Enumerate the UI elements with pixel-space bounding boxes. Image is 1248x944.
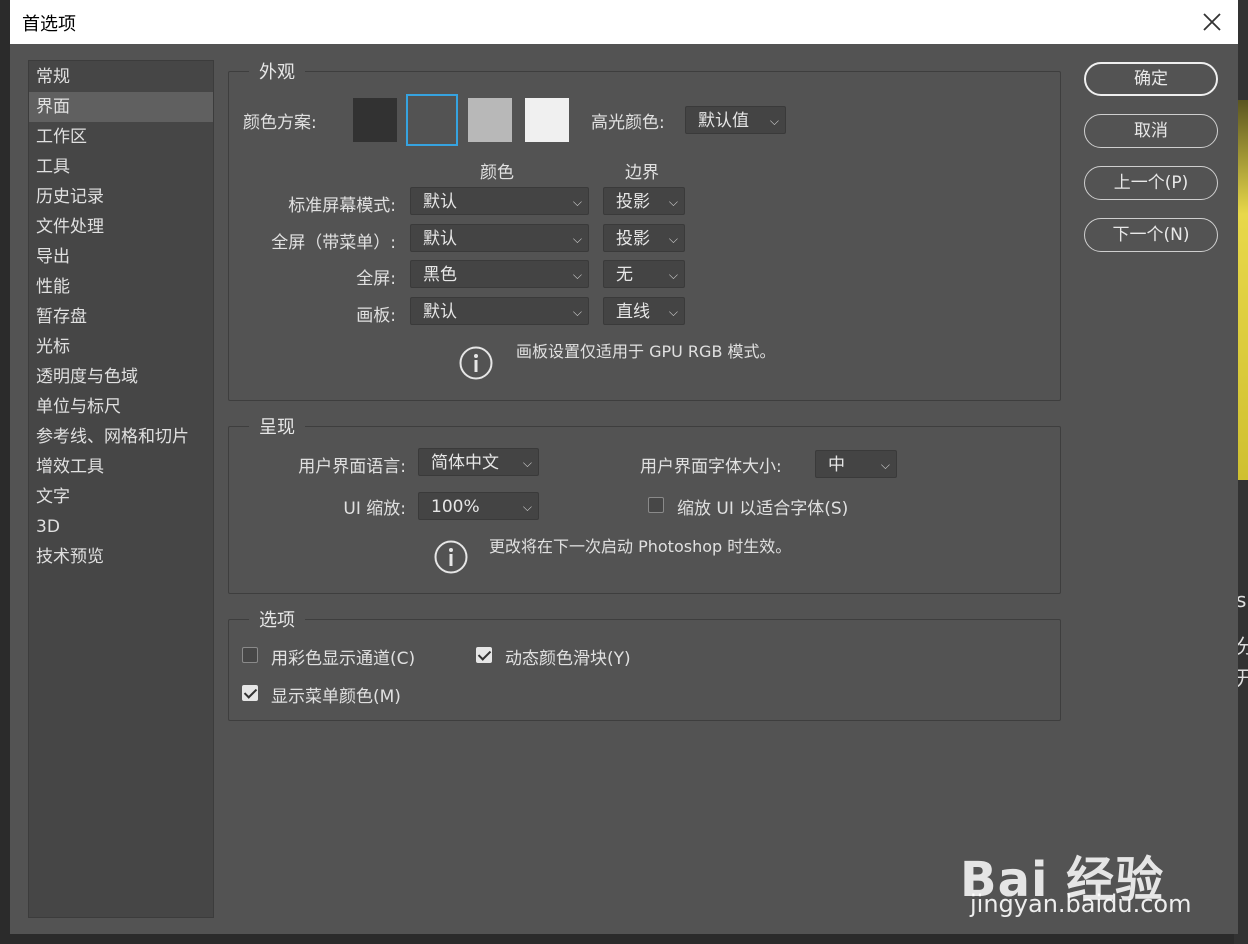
sidebar-item-tools[interactable]: 工具 — [29, 152, 213, 182]
watermark-url: jingyan.baidu.com — [970, 890, 1192, 918]
title-bar: 首选项 — [10, 0, 1238, 44]
window-title: 首选项 — [22, 14, 76, 35]
previous-button[interactable]: 上一个(P) — [1084, 166, 1218, 200]
chevron-down-icon: ⌵ — [668, 232, 678, 246]
select-value: 100% — [431, 497, 480, 517]
ui-language-label: 用户界面语言: — [298, 457, 406, 477]
sidebar-item-cursors[interactable]: 光标 — [29, 332, 213, 362]
menu-colors-label: 显示菜单颜色(M) — [271, 687, 401, 707]
close-icon — [1203, 13, 1221, 31]
sidebar-item-interface[interactable]: 界面 — [29, 92, 213, 122]
sidebar-item-export[interactable]: 导出 — [29, 242, 213, 272]
ui-font-size-label: 用户界面字体大小: — [640, 457, 782, 477]
artboard-color-select[interactable]: 默认 ⌵ — [410, 297, 589, 325]
select-value: 默认 — [423, 229, 457, 249]
ok-button[interactable]: 确定 — [1084, 62, 1218, 96]
fullscreen-border-select[interactable]: 无 ⌵ — [603, 260, 685, 288]
fullscreen-menu-border-select[interactable]: 投影 ⌵ — [603, 224, 685, 252]
highlight-color-value: 默认值 — [698, 111, 749, 131]
chevron-down-icon: ⌵ — [572, 305, 582, 319]
color-scheme-label: 颜色方案: — [243, 113, 317, 133]
highlight-color-label: 高光颜色: — [591, 113, 665, 133]
fullscreen-color-select[interactable]: 黑色 ⌵ — [410, 260, 589, 288]
sidebar-item-guides-grid[interactable]: 参考线、网格和切片 — [29, 422, 213, 452]
ui-language-select[interactable]: 简体中文 ⌵ — [418, 448, 539, 476]
presentation-group-label: 呈现 — [249, 413, 305, 439]
chevron-down-icon: ⌵ — [880, 458, 890, 472]
dynamic-sliders-label: 动态颜色滑块(Y) — [505, 649, 631, 669]
select-value: 默认 — [423, 302, 457, 322]
info-icon — [459, 346, 493, 380]
close-button[interactable] — [1198, 8, 1226, 36]
sidebar-item-3d[interactable]: 3D — [29, 512, 213, 542]
ui-scale-label: UI 缩放: — [343, 499, 406, 519]
select-value: 简体中文 — [431, 453, 499, 473]
select-value: 投影 — [616, 229, 650, 249]
select-value: 投影 — [616, 192, 650, 212]
chevron-down-icon: ⌵ — [572, 268, 582, 282]
fullscreen-label: 全屏: — [356, 269, 396, 289]
sidebar-item-tech-preview[interactable]: 技术预览 — [29, 542, 213, 572]
sidebar-item-general[interactable]: 常规 — [29, 62, 213, 92]
chevron-down-icon: ⌵ — [522, 500, 532, 514]
fullscreen-menu-label: 全屏（带菜单）: — [271, 233, 396, 253]
color-channels-checkbox[interactable] — [242, 647, 258, 663]
options-group-label: 选项 — [249, 606, 305, 632]
highlight-color-select[interactable]: 默认值 ⌵ — [685, 106, 786, 134]
select-value: 默认 — [423, 192, 457, 212]
category-sidebar: 常规 界面 工作区 工具 历史记录 文件处理 导出 性能 暂存盘 光标 透明度与… — [28, 60, 214, 918]
select-value: 直线 — [616, 302, 650, 322]
chevron-down-icon: ⌵ — [522, 456, 532, 470]
artboard-label: 画板: — [356, 306, 396, 326]
info-icon — [434, 540, 468, 574]
restart-note: 更改将在下一次启动 Photoshop 时生效。 — [489, 537, 792, 556]
chevron-down-icon: ⌵ — [668, 268, 678, 282]
menu-colors-checkbox[interactable] — [242, 685, 258, 701]
sidebar-item-units-rulers[interactable]: 单位与标尺 — [29, 392, 213, 422]
sidebar-item-transparency[interactable]: 透明度与色域 — [29, 362, 213, 392]
sidebar-item-plugins[interactable]: 增效工具 — [29, 452, 213, 482]
cancel-button[interactable]: 取消 — [1084, 114, 1218, 148]
artboard-border-select[interactable]: 直线 ⌵ — [603, 297, 685, 325]
sidebar-item-performance[interactable]: 性能 — [29, 272, 213, 302]
select-value: 无 — [616, 265, 633, 285]
column-color-header: 颜色 — [480, 163, 514, 183]
baidu-watermark: Bai 经验 jingyan.baidu.com — [960, 810, 1200, 920]
chevron-down-icon: ⌵ — [769, 114, 779, 128]
sidebar-item-scratch-disks[interactable]: 暂存盘 — [29, 302, 213, 332]
select-value: 黑色 — [423, 265, 457, 285]
sidebar-item-file-handling[interactable]: 文件处理 — [29, 212, 213, 242]
scale-ui-to-font-checkbox[interactable] — [648, 497, 664, 513]
chevron-down-icon: ⌵ — [572, 232, 582, 246]
standard-screen-border-select[interactable]: 投影 ⌵ — [603, 187, 685, 215]
fullscreen-menu-color-select[interactable]: 默认 ⌵ — [410, 224, 589, 252]
ui-font-size-select[interactable]: 中 ⌵ — [815, 450, 897, 478]
chevron-down-icon: ⌵ — [668, 195, 678, 209]
next-button[interactable]: 下一个(N) — [1084, 218, 1218, 252]
ui-scale-select[interactable]: 100% ⌵ — [418, 492, 539, 520]
standard-screen-label: 标准屏幕模式: — [288, 196, 396, 216]
color-scheme-swatch-light[interactable] — [525, 98, 569, 142]
chevron-down-icon: ⌵ — [572, 195, 582, 209]
color-scheme-swatch-dark[interactable] — [353, 98, 397, 142]
sidebar-item-workspace[interactable]: 工作区 — [29, 122, 213, 152]
column-border-header: 边界 — [625, 163, 659, 183]
color-channels-label: 用彩色显示通道(C) — [271, 649, 416, 669]
color-scheme-swatch-medium-light[interactable] — [468, 98, 512, 142]
sidebar-item-history[interactable]: 历史记录 — [29, 182, 213, 212]
preferences-dialog: 首选项 常规 界面 工作区 工具 历史记录 文件处理 导出 性能 暂存盘 光标 … — [10, 0, 1238, 934]
color-scheme-swatch-medium-dark[interactable] — [410, 98, 454, 142]
standard-screen-color-select[interactable]: 默认 ⌵ — [410, 187, 589, 215]
appearance-group-label: 外观 — [249, 58, 305, 84]
sidebar-item-type[interactable]: 文字 — [29, 482, 213, 512]
artboard-note: 画板设置仅适用于 GPU RGB 模式。 — [516, 342, 776, 361]
dynamic-sliders-checkbox[interactable] — [476, 647, 492, 663]
select-value: 中 — [828, 455, 845, 475]
chevron-down-icon: ⌵ — [668, 305, 678, 319]
scale-ui-to-font-label: 缩放 UI 以适合字体(S) — [677, 499, 849, 519]
